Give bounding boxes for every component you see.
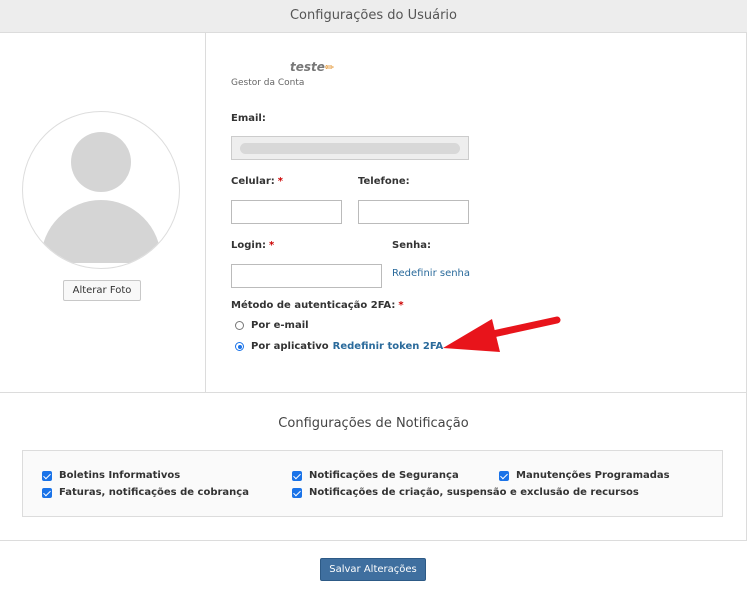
checkbox-checked-icon[interactable] xyxy=(292,487,302,498)
twofa-option-app[interactable]: Por aplicativo Redefinir token 2FA xyxy=(235,341,443,352)
notification-option-maintenance[interactable]: Manutenções Programadas xyxy=(499,470,670,481)
user-name: teste xyxy=(290,60,325,74)
notifications-title: Configurações de Notificação xyxy=(278,416,469,431)
notification-option-security[interactable]: Notificações de Segurança xyxy=(292,470,459,481)
save-changes-button[interactable]: Salvar Alterações xyxy=(320,558,426,581)
password-label: Senha: xyxy=(392,240,431,251)
notification-option-label: Notificações de Segurança xyxy=(309,470,459,481)
radio-email[interactable] xyxy=(235,321,244,330)
mobile-field[interactable] xyxy=(231,200,342,224)
section-divider xyxy=(0,392,747,393)
phone-label: Telefone: xyxy=(358,176,410,187)
page-title: Configurações do Usuário xyxy=(289,8,457,23)
avatar-base-cut xyxy=(23,263,179,268)
user-settings-panel: Configurações do Usuário Alterar Foto te… xyxy=(0,0,747,541)
checkbox-checked-icon[interactable] xyxy=(42,487,52,498)
reset-password-link[interactable]: Redefinir senha xyxy=(392,268,470,279)
panel-header: Configurações do Usuário xyxy=(0,0,747,33)
twofa-option-email-label: Por e-mail xyxy=(251,320,309,331)
pencil-icon[interactable]: ✏ xyxy=(325,61,334,74)
red-arrow-icon xyxy=(443,316,561,352)
notifications-box: Boletins Informativos Notificações de Se… xyxy=(22,450,723,517)
notification-option-label: Notificações de criação, suspensão e exc… xyxy=(309,487,639,498)
twofa-label: Método de autenticação 2FA: * xyxy=(231,300,404,311)
mobile-label: Celular: * xyxy=(231,176,284,187)
notification-option-label: Manutenções Programadas xyxy=(516,470,670,481)
login-field[interactable] xyxy=(231,264,382,288)
avatar-body-shape xyxy=(41,200,161,268)
required-asterisk: * xyxy=(398,300,404,311)
email-redacted-value xyxy=(240,143,460,154)
login-label: Login: * xyxy=(231,240,275,251)
profile-photo-column: Alterar Foto xyxy=(0,33,206,392)
notification-option-resources[interactable]: Notificações de criação, suspensão e exc… xyxy=(292,487,639,498)
radio-app[interactable] xyxy=(235,342,244,351)
user-role: Gestor da Conta xyxy=(231,78,305,88)
required-asterisk: * xyxy=(268,240,275,251)
notification-option-newsletters[interactable]: Boletins Informativos xyxy=(42,470,180,481)
required-asterisk: * xyxy=(277,176,284,187)
email-label: Email: xyxy=(231,113,266,124)
reset-token-link[interactable]: Redefinir token 2FA xyxy=(333,341,444,352)
notification-option-label: Boletins Informativos xyxy=(59,470,181,481)
twofa-option-email[interactable]: Por e-mail xyxy=(235,320,309,331)
notification-option-billing[interactable]: Faturas, notificações de cobrança xyxy=(42,487,249,498)
checkbox-checked-icon[interactable] xyxy=(499,470,509,481)
phone-field[interactable] xyxy=(358,200,469,224)
change-photo-button[interactable]: Alterar Foto xyxy=(63,280,141,301)
notification-option-label: Faturas, notificações de cobrança xyxy=(59,487,249,498)
email-field[interactable] xyxy=(231,136,469,160)
avatar-placeholder-icon xyxy=(22,111,180,269)
twofa-option-app-label: Por aplicativo xyxy=(251,341,329,352)
checkbox-checked-icon[interactable] xyxy=(292,470,302,481)
avatar-head-shape xyxy=(71,132,131,192)
checkbox-checked-icon[interactable] xyxy=(42,470,52,481)
